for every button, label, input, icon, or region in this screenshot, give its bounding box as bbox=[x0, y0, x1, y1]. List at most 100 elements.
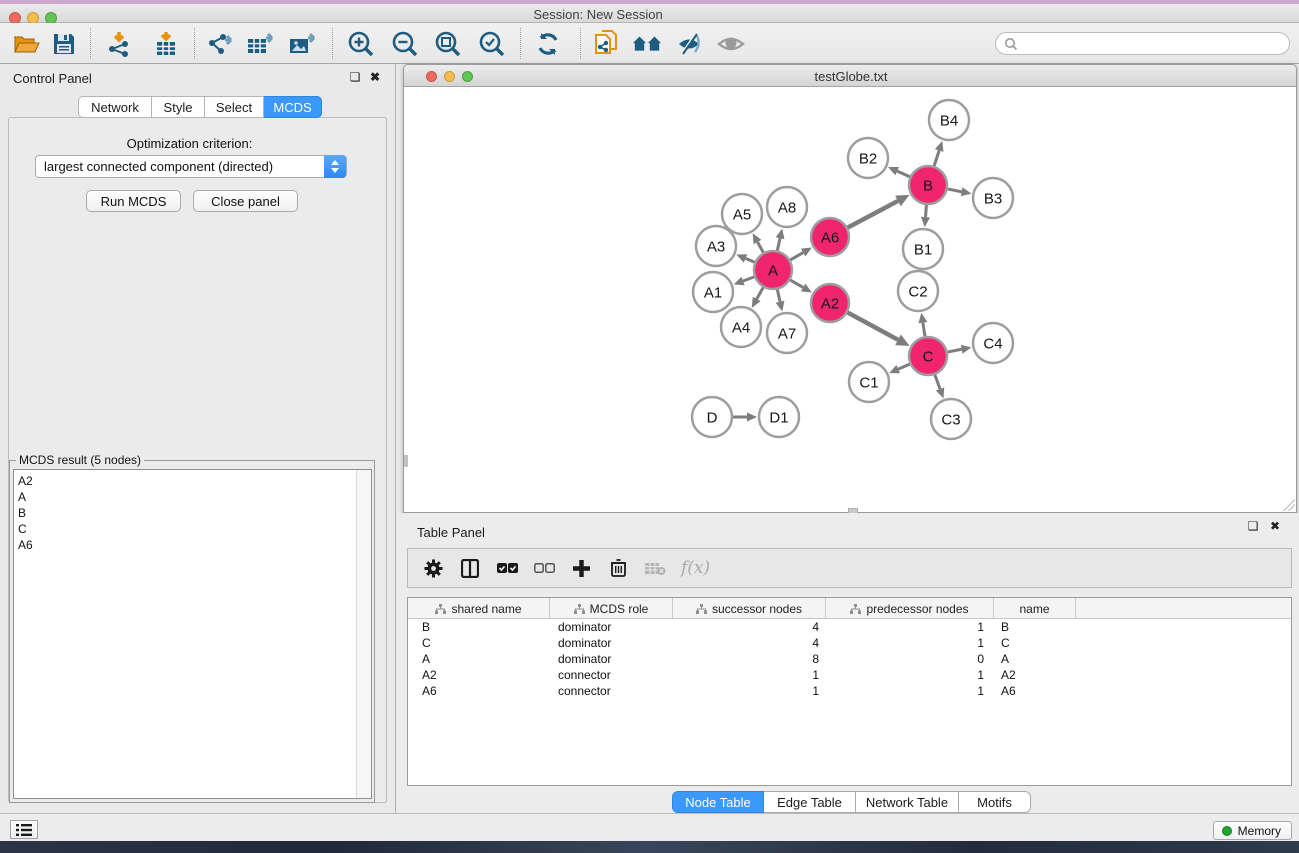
edge-B-B2[interactable] bbox=[888, 167, 910, 177]
table-cell[interactable]: A bbox=[408, 651, 550, 667]
table-row[interactable]: Adominator80A bbox=[408, 651, 1291, 667]
memory-button[interactable]: Memory bbox=[1213, 821, 1292, 840]
column-header-name[interactable]: name bbox=[994, 598, 1076, 619]
node-B2[interactable]: B2 bbox=[848, 138, 888, 178]
node-B3[interactable]: B3 bbox=[973, 178, 1013, 218]
search-input[interactable] bbox=[1018, 35, 1289, 53]
select-all-icon[interactable] bbox=[496, 557, 518, 579]
table-row[interactable]: A6connector11A6 bbox=[408, 683, 1291, 699]
node-A6[interactable]: A6 bbox=[811, 218, 849, 256]
zoom-in-icon[interactable] bbox=[346, 30, 376, 58]
node-C[interactable]: C bbox=[909, 337, 947, 375]
tab-network-table[interactable]: Network Table bbox=[856, 791, 959, 813]
edge-D-D1[interactable] bbox=[733, 413, 757, 422]
node-A8[interactable]: A8 bbox=[767, 187, 807, 227]
edge-A6-B[interactable] bbox=[848, 195, 910, 228]
table-cell[interactable]: C bbox=[994, 635, 1076, 651]
table-cell[interactable]: A bbox=[994, 651, 1076, 667]
deselect-all-icon[interactable] bbox=[533, 557, 555, 579]
edge-A-A8[interactable] bbox=[776, 228, 785, 250]
node-B1[interactable]: B1 bbox=[903, 229, 943, 269]
open-file-icon[interactable] bbox=[11, 30, 41, 58]
save-session-icon[interactable] bbox=[49, 30, 79, 58]
table-cell[interactable]: 1 bbox=[673, 683, 826, 699]
criterion-dropdown[interactable]: largest connected component (directed) bbox=[35, 155, 347, 178]
table-cell[interactable]: 1 bbox=[826, 619, 994, 635]
window-resize-grip[interactable] bbox=[1283, 499, 1295, 511]
node-C1[interactable]: C1 bbox=[849, 362, 889, 402]
tab-style[interactable]: Style bbox=[152, 96, 205, 118]
table-cell[interactable]: 4 bbox=[673, 619, 826, 635]
node-A7[interactable]: A7 bbox=[767, 313, 807, 353]
tab-network[interactable]: Network bbox=[78, 96, 152, 118]
edge-A-A1[interactable] bbox=[734, 277, 755, 285]
float-panel-icon[interactable]: ❏ bbox=[347, 70, 363, 84]
tab-motifs[interactable]: Motifs bbox=[959, 791, 1031, 813]
table-settings-icon[interactable] bbox=[422, 557, 444, 579]
close-panel-button[interactable]: Close panel bbox=[193, 190, 298, 212]
table-cell[interactable]: C bbox=[408, 635, 550, 651]
table-cell[interactable]: 8 bbox=[673, 651, 826, 667]
result-item[interactable]: A2 bbox=[14, 470, 371, 489]
column-header-MCDS-role[interactable]: MCDS role bbox=[550, 598, 673, 619]
tab-node-table[interactable]: Node Table bbox=[672, 791, 764, 813]
tab-select[interactable]: Select bbox=[205, 96, 264, 118]
task-history-button[interactable] bbox=[10, 820, 38, 839]
show-column-icon[interactable] bbox=[459, 557, 481, 579]
edge-C-C3[interactable] bbox=[935, 375, 944, 399]
delete-column-icon[interactable] bbox=[607, 557, 629, 579]
edge-A-A2[interactable] bbox=[790, 280, 812, 292]
export-network-icon[interactable] bbox=[205, 30, 235, 58]
table-cell[interactable]: 1 bbox=[826, 683, 994, 699]
table-cell[interactable]: dominator bbox=[550, 635, 673, 651]
refresh-layout-icon[interactable] bbox=[533, 30, 563, 58]
table-cell[interactable]: 1 bbox=[673, 667, 826, 683]
zoom-selected-icon[interactable] bbox=[477, 30, 507, 58]
close-panel-icon[interactable]: ✖ bbox=[1267, 519, 1283, 533]
zoom-out-icon[interactable] bbox=[390, 30, 420, 58]
home-icon[interactable] bbox=[632, 30, 662, 58]
table-cell[interactable]: A2 bbox=[408, 667, 550, 683]
mcds-result-list[interactable]: A2ABCA6 bbox=[13, 469, 372, 799]
table-cell[interactable]: connector bbox=[550, 683, 673, 699]
clone-network-icon[interactable] bbox=[592, 30, 622, 58]
edge-C-C4[interactable] bbox=[948, 345, 972, 354]
export-image-icon[interactable] bbox=[288, 30, 318, 58]
edge-C-C1[interactable] bbox=[889, 364, 910, 373]
table-cell[interactable]: connector bbox=[550, 667, 673, 683]
import-table-icon[interactable] bbox=[151, 30, 181, 58]
edge-A-A6[interactable] bbox=[790, 248, 812, 260]
edge-A-A3[interactable] bbox=[736, 254, 754, 262]
hide-details-icon[interactable] bbox=[674, 30, 704, 58]
network-canvas[interactable]: B4B2BB3A5A8A6A3B1AC2A1A2A4A7CC4C1C3DD1 bbox=[403, 87, 1297, 513]
column-header-successor-nodes[interactable]: successor nodes bbox=[673, 598, 826, 619]
result-item[interactable]: A bbox=[14, 489, 371, 505]
edge-A2-C[interactable] bbox=[848, 313, 910, 346]
table-cell[interactable]: 4 bbox=[673, 635, 826, 651]
table-cell[interactable]: 1 bbox=[826, 667, 994, 683]
table-cell[interactable]: A2 bbox=[994, 667, 1076, 683]
eye-icon[interactable] bbox=[716, 30, 746, 58]
add-column-icon[interactable] bbox=[570, 557, 592, 579]
zoom-fit-icon[interactable] bbox=[433, 30, 463, 58]
node-C2[interactable]: C2 bbox=[898, 271, 938, 311]
table-cell[interactable]: dominator bbox=[550, 619, 673, 635]
node-D[interactable]: D bbox=[692, 397, 732, 437]
table-row[interactable]: A2connector11A2 bbox=[408, 667, 1291, 683]
table-cell[interactable]: A6 bbox=[994, 683, 1076, 699]
network-window-titlebar[interactable]: testGlobe.txt bbox=[403, 64, 1297, 87]
table-cell[interactable]: B bbox=[994, 619, 1076, 635]
table-cell[interactable]: 1 bbox=[826, 635, 994, 651]
import-network-icon[interactable] bbox=[104, 30, 134, 58]
node-C3[interactable]: C3 bbox=[931, 399, 971, 439]
column-header-predecessor-nodes[interactable]: predecessor nodes bbox=[826, 598, 994, 619]
edge-A-A7[interactable] bbox=[776, 290, 785, 312]
edge-A-A5[interactable] bbox=[753, 233, 764, 252]
table-row[interactable]: Cdominator41C bbox=[408, 635, 1291, 651]
node-C4[interactable]: C4 bbox=[973, 323, 1013, 363]
result-item[interactable]: A6 bbox=[14, 537, 371, 553]
result-item[interactable]: C bbox=[14, 521, 371, 537]
column-header-shared-name[interactable]: shared name bbox=[408, 598, 550, 619]
result-item[interactable]: B bbox=[14, 505, 371, 521]
edge-B-B3[interactable] bbox=[948, 187, 972, 196]
